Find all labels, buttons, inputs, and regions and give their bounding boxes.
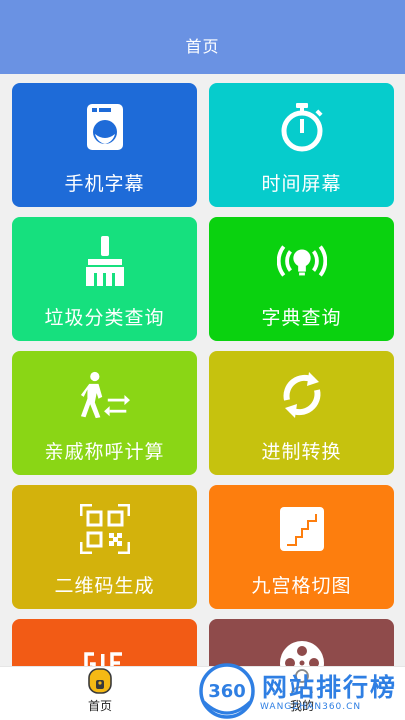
badge-360-icon: 360	[199, 663, 255, 719]
tile-label: 手机字幕	[64, 173, 145, 195]
watermark-text: 网站排行榜	[262, 673, 398, 702]
tile-label: 九宫格切图	[251, 575, 352, 597]
stopwatch-icon	[277, 101, 327, 153]
tile-gif[interactable]	[12, 619, 197, 666]
washing-machine-icon	[80, 101, 130, 153]
tile-grid-cut[interactable]: 九宫格切图	[209, 485, 394, 609]
tab-label: 首页	[87, 699, 112, 713]
refresh-icon	[277, 369, 327, 421]
feature-grid: 手机字幕 时间屏幕 垃圾分类查询 字典查询 亲戚称呼计算 进制转换 二维码生成 …	[0, 74, 405, 666]
tile-label: 垃圾分类查询	[44, 307, 165, 329]
tile-label: 进制转换	[261, 441, 342, 463]
person-exchange-icon	[80, 369, 130, 421]
qr-code-icon	[79, 503, 130, 555]
watermark-subtext: WANGZHAN360.CN	[260, 702, 362, 712]
tile-qr-generate[interactable]: 二维码生成	[12, 485, 197, 609]
tile-subtitle[interactable]: 手机字幕	[12, 83, 197, 207]
tile-video[interactable]	[209, 619, 394, 666]
tile-label: 二维码生成	[54, 575, 155, 597]
gif-icon	[80, 637, 130, 666]
tile-garbage-sort[interactable]: 垃圾分类查询	[12, 217, 197, 341]
watermark-logo: 360 网站排行榜 WANGZHAN360.CN	[196, 660, 405, 720]
tile-time-screen[interactable]: 时间屏幕	[209, 83, 394, 207]
badge-text: 360	[208, 681, 246, 702]
tile-base-convert[interactable]: 进制转换	[209, 351, 394, 475]
app-header: 首页	[0, 0, 405, 74]
home-icon	[88, 668, 112, 694]
tile-label: 时间屏幕	[261, 173, 342, 195]
tile-label: 字典查询	[261, 307, 342, 329]
page-title: 首页	[185, 37, 220, 56]
stairs-icon	[277, 503, 327, 555]
tab-home[interactable]: 首页	[50, 667, 150, 720]
tile-relative-title[interactable]: 亲戚称呼计算	[12, 351, 197, 475]
bulb-signal-icon	[276, 235, 327, 287]
broom-icon	[80, 235, 130, 287]
tile-dictionary[interactable]: 字典查询	[209, 217, 394, 341]
tile-label: 亲戚称呼计算	[44, 441, 165, 463]
